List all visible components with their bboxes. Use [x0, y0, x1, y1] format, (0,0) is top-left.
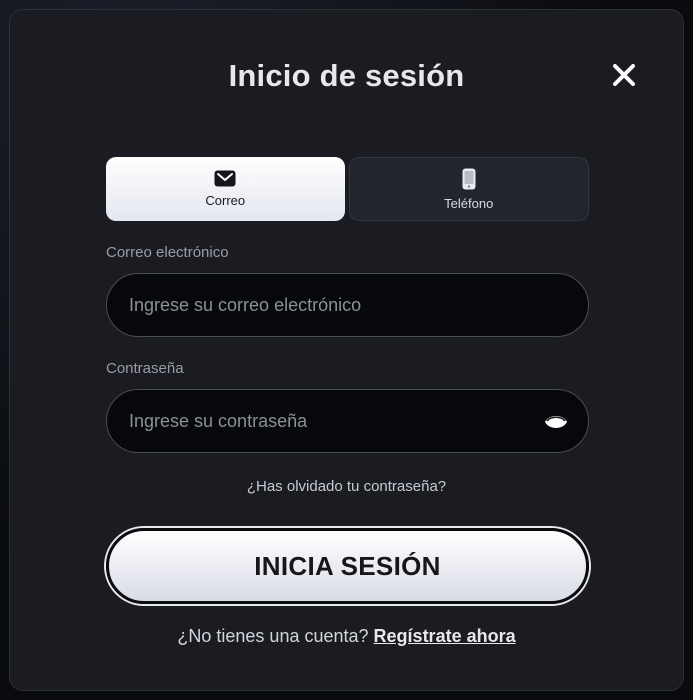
login-button[interactable]: INICIA SESIÓN — [106, 528, 589, 604]
password-label: Contraseña — [106, 360, 184, 377]
signup-prompt-row: ¿No tienes una cuenta? Regístrate ahora — [10, 626, 683, 647]
tab-email[interactable]: Correo — [106, 157, 345, 221]
modal-title: Inicio de sesión — [228, 58, 465, 93]
login-modal: Inicio de sesión Correo Teléfono Correo … — [9, 9, 684, 691]
password-field-wrapper — [106, 389, 589, 453]
signup-prompt: ¿No tienes una cuenta? — [177, 626, 369, 646]
envelope-icon — [214, 170, 236, 187]
password-visibility-toggle[interactable] — [544, 411, 568, 433]
email-field-wrapper — [106, 273, 589, 337]
login-method-tabs: Correo Teléfono — [106, 157, 589, 221]
password-input[interactable] — [107, 390, 588, 452]
forgot-password-link[interactable]: ¿Has olvidado tu contraseña? — [10, 478, 683, 495]
phone-icon — [462, 168, 476, 189]
tab-email-label: Correo — [205, 193, 246, 208]
email-label: Correo electrónico — [106, 244, 229, 261]
close-button[interactable] — [607, 58, 641, 92]
email-input[interactable] — [107, 274, 588, 336]
eye-icon — [545, 416, 567, 428]
signup-link[interactable]: Regístrate ahora — [374, 626, 516, 646]
tab-phone[interactable]: Teléfono — [348, 157, 589, 221]
close-icon — [613, 64, 635, 86]
tab-phone-label: Teléfono — [444, 195, 494, 211]
